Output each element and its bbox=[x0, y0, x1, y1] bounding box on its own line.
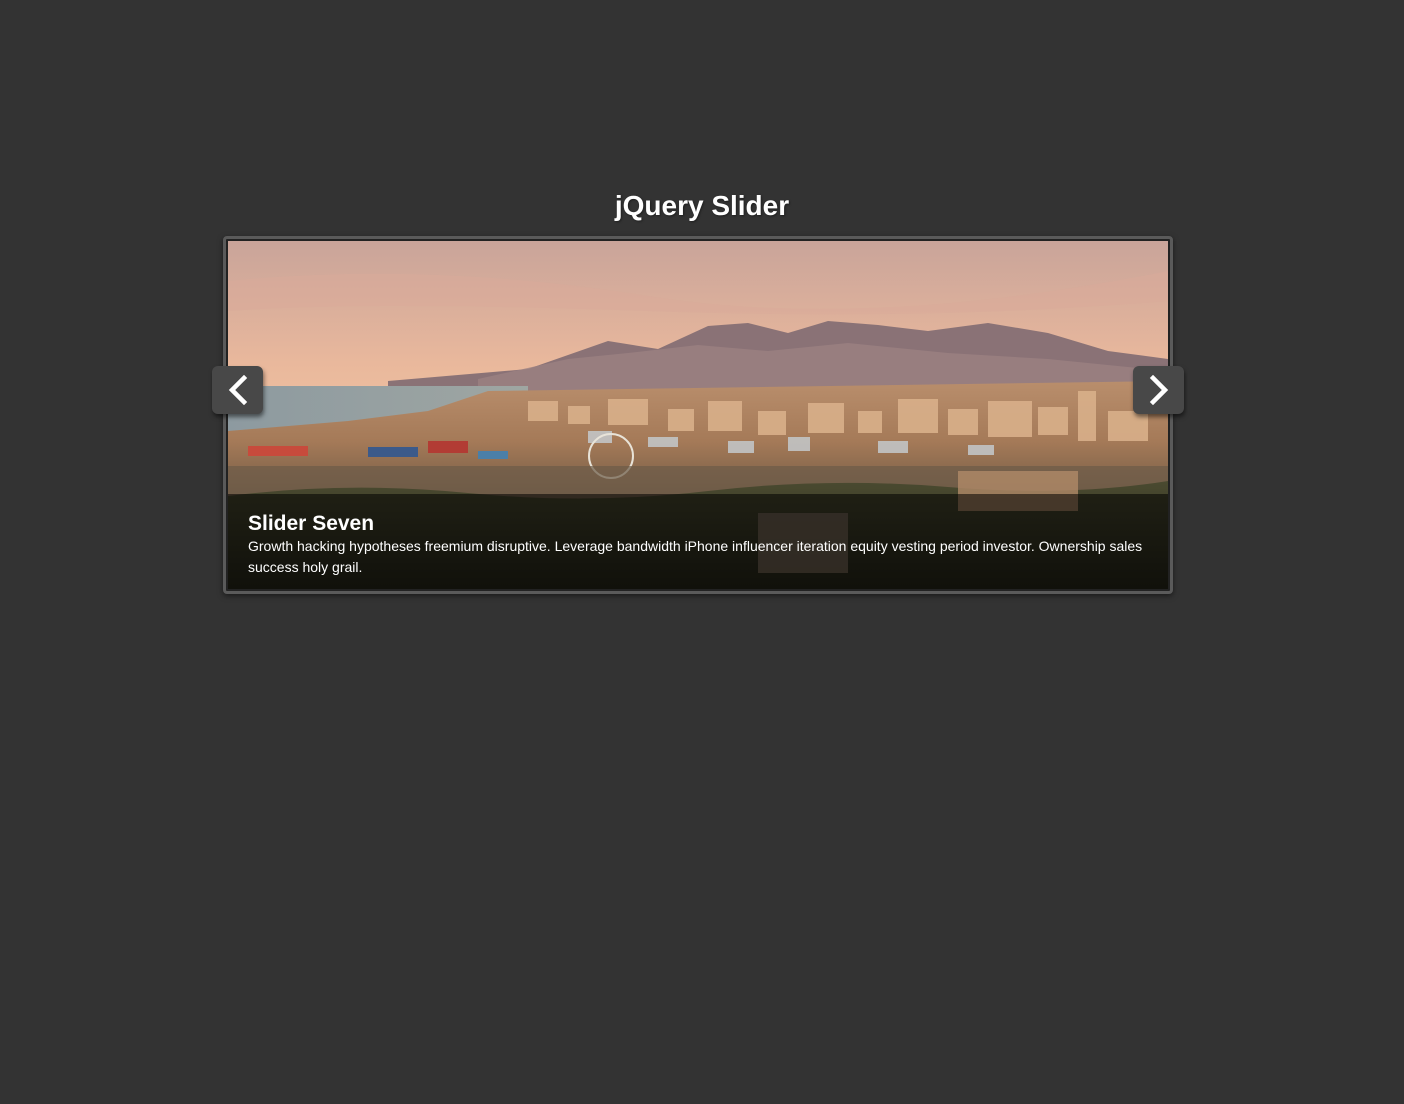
slide-caption: Slider Seven Growth hacking hypotheses f… bbox=[228, 494, 1168, 589]
prev-slide-button[interactable] bbox=[212, 366, 263, 414]
chevron-left-icon bbox=[228, 375, 247, 405]
page-title: jQuery Slider bbox=[614, 190, 790, 221]
slider: Slider Seven Growth hacking hypotheses f… bbox=[223, 236, 1173, 594]
chevron-right-icon bbox=[1149, 375, 1168, 405]
slide-description: Growth hacking hypotheses freemium disru… bbox=[248, 538, 1143, 575]
next-slide-button[interactable] bbox=[1133, 366, 1184, 414]
slide-title: Slider Seven bbox=[248, 512, 375, 535]
